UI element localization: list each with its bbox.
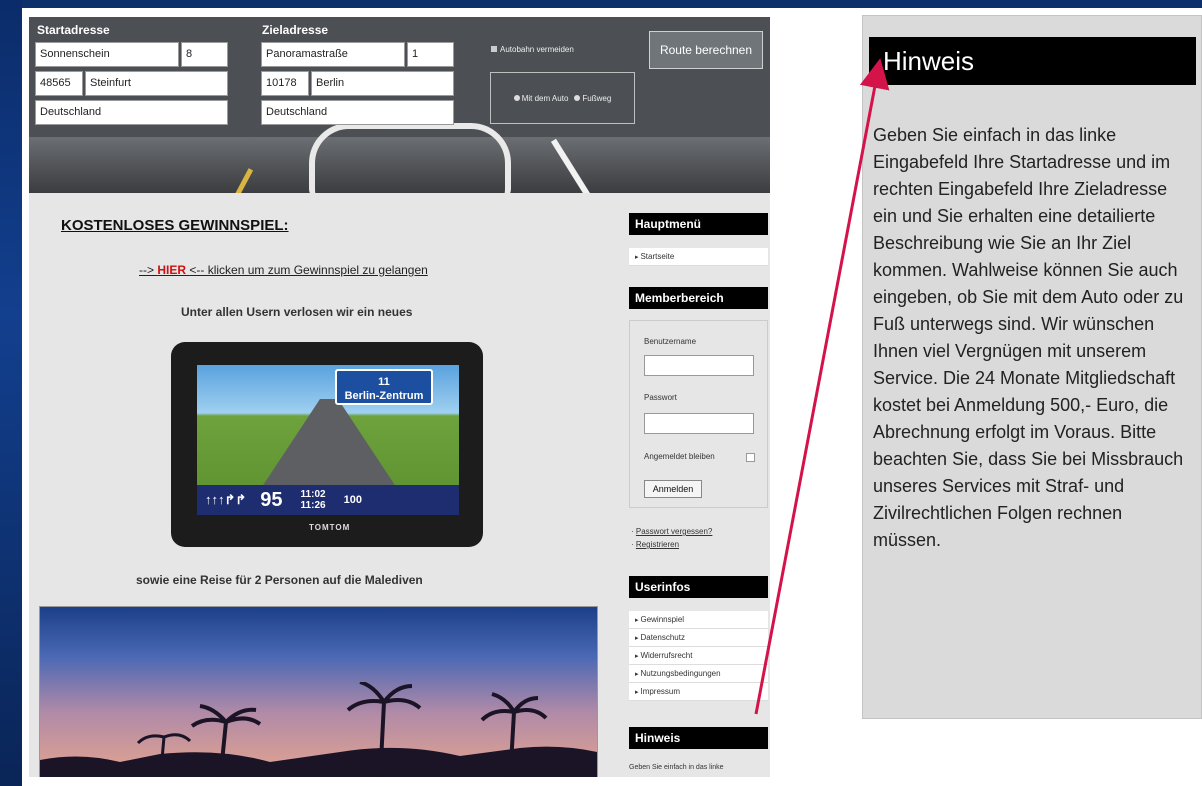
time-2: 11:26: [300, 500, 326, 511]
link-suffix: <-- klicken um zum Gewinnspiel zu gelang…: [189, 263, 428, 277]
userinfos-item[interactable]: Datenschutz: [629, 629, 768, 647]
start-country-input[interactable]: Deutschland: [35, 100, 228, 125]
userinfos-item[interactable]: Nutzungsbedingungen: [629, 665, 768, 683]
member-area-title: Memberbereich: [629, 287, 768, 309]
link-prefix: -->: [139, 263, 154, 277]
distance-value: 95: [260, 488, 283, 511]
start-street-input[interactable]: Sonnenschein: [35, 42, 179, 67]
userinfos-title: Userinfos: [629, 576, 768, 598]
destination-city-input[interactable]: Berlin: [311, 71, 454, 96]
background-top-bar: [0, 0, 1202, 8]
hint-title: Hinweis: [869, 37, 1196, 85]
remember-label: Angemeldet bleiben: [644, 452, 715, 461]
main-menu-title: Hauptmenü: [629, 213, 768, 235]
hint-text-small: Geben Sie einfach in das linke: [629, 764, 724, 771]
sign-number: 11: [378, 376, 390, 388]
website-screenshot: Startadresse Zieladresse Sonnenschein 8 …: [29, 17, 770, 777]
checkbox-icon: [491, 46, 497, 52]
remember-checkbox[interactable]: [746, 453, 755, 462]
avoid-highway-checkbox[interactable]: Autobahn vermeiden: [491, 45, 574, 54]
main-menu-list: Startseite: [629, 248, 768, 266]
destination-number-input[interactable]: 1: [407, 42, 454, 67]
sign-text: Berlin-Zentrum: [344, 390, 424, 402]
radio-icon: [513, 94, 520, 101]
mode-car-radio[interactable]: Mit dem Auto: [513, 93, 569, 103]
start-city-input[interactable]: Steinfurt: [85, 71, 228, 96]
password-input[interactable]: [644, 413, 754, 434]
destination-country-input[interactable]: Deutschland: [261, 100, 454, 125]
route-shield-graphic: [309, 123, 511, 193]
contest-heading: KOSTENLOSES GEWINNSPIEL:: [61, 217, 289, 234]
member-links: · Passwort vergessen? · Registrieren: [631, 527, 713, 549]
destination-address-label: Zieladresse: [262, 23, 329, 37]
start-zip-input[interactable]: 48565: [35, 71, 83, 96]
register-link[interactable]: Registrieren: [636, 540, 679, 549]
mode-walk-label: Fußweg: [582, 93, 612, 103]
time-values: 11:02 11:26: [301, 489, 326, 511]
avoid-highway-label: Autobahn vermeiden: [500, 45, 574, 54]
start-address-label: Startadresse: [37, 23, 110, 37]
route-header: Startadresse Zieladresse Sonnenschein 8 …: [29, 17, 770, 193]
username-label: Benutzername: [644, 337, 697, 346]
forgot-password-link[interactable]: Passwort vergessen?: [636, 527, 712, 536]
navigation-status-bar: ↑↑↑↱↱ 95 11:02 11:26 100: [197, 485, 459, 515]
time-1: 11:02: [300, 489, 326, 500]
travel-mode-group: Mit dem Auto Fußweg: [490, 72, 635, 124]
lane-arrows-icon: ↑↑↑↱↱: [205, 492, 247, 507]
mode-walk-radio[interactable]: Fußweg: [574, 94, 611, 103]
mode-car-label: Mit dem Auto: [521, 93, 569, 103]
main-menu-item[interactable]: Startseite: [629, 248, 768, 266]
contest-link[interactable]: --> HIER <-- klicken um zum Gewinnspiel …: [139, 263, 428, 277]
prize-text: Unter allen Usern verlosen wir ein neues: [181, 305, 413, 319]
palm-silhouettes: [40, 682, 597, 777]
userinfos-item[interactable]: Gewinnspiel: [629, 611, 768, 629]
navigation-sign: 11 Berlin-Zentrum: [335, 369, 433, 405]
trip-text: sowie eine Reise für 2 Personen auf die …: [136, 573, 423, 587]
arrow-line: [754, 58, 890, 715]
username-input[interactable]: [644, 355, 754, 376]
hint-body: Geben Sie einfach in das linke Eingabefe…: [873, 125, 1184, 550]
login-button[interactable]: Anmelden: [644, 480, 702, 498]
password-label: Passwort: [644, 393, 677, 402]
maldives-photo: [39, 606, 598, 777]
start-number-input[interactable]: 8: [181, 42, 228, 67]
radio-icon: [574, 94, 581, 101]
link-hier: HIER: [157, 263, 187, 277]
destination-street-input[interactable]: Panoramastraße: [261, 42, 405, 67]
background-left-edge: [0, 0, 22, 786]
hint-title-small: Hinweis: [629, 727, 768, 749]
destination-zip-input[interactable]: 10178: [261, 71, 309, 96]
userinfos-item[interactable]: Widerrufsrecht: [629, 647, 768, 665]
userinfos-item[interactable]: Impressum: [629, 683, 768, 701]
calculate-route-button[interactable]: Route berechnen: [649, 31, 763, 69]
speed-value: 100: [343, 494, 362, 506]
tomtom-logo: TOMTOM: [309, 523, 351, 532]
userinfos-list: Gewinnspiel Datenschutz Widerrufsrecht N…: [629, 611, 768, 701]
